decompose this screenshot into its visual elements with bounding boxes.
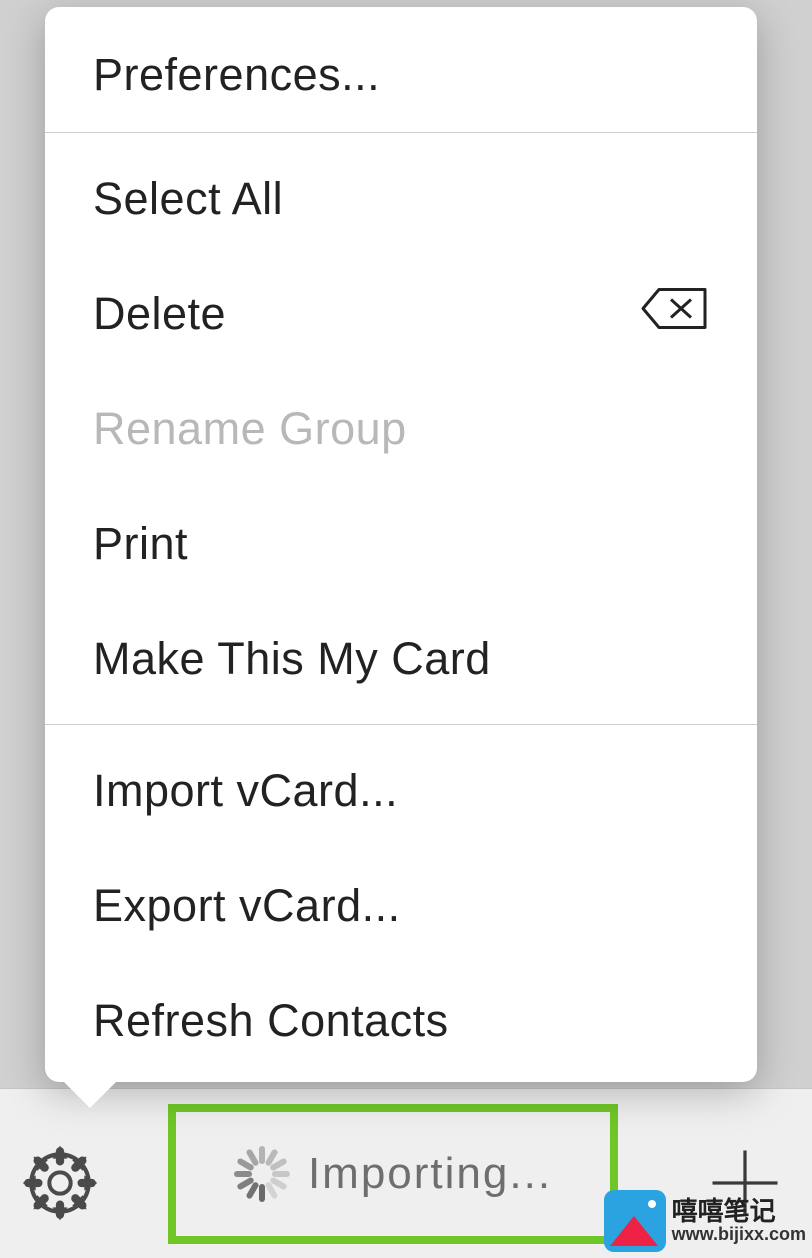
menu-import-vcard[interactable]: Import vCard... — [45, 733, 757, 848]
menu-export-vcard[interactable]: Export vCard... — [45, 848, 757, 963]
watermark-url: www.bijixx.com — [672, 1225, 806, 1245]
menu-select-all[interactable]: Select All — [45, 141, 757, 256]
menu-delete[interactable]: Delete — [45, 256, 757, 371]
popover-arrow — [60, 1078, 120, 1108]
menu-preferences[interactable]: Preferences... — [45, 7, 757, 132]
settings-popover: Preferences... Select All Delete Rename … — [45, 7, 757, 1082]
menu-item-label: Rename Group — [93, 403, 407, 455]
backspace-icon — [639, 285, 709, 342]
menu-item-label: Delete — [93, 288, 226, 340]
menu-rename-group: Rename Group — [45, 371, 757, 486]
menu-item-label: Select All — [93, 173, 283, 225]
watermark-text: 嘻嘻笔记 www.bijixx.com — [672, 1197, 806, 1245]
watermark-logo-icon — [604, 1190, 666, 1252]
menu-item-label: Refresh Contacts — [93, 995, 449, 1047]
spinner-icon — [234, 1146, 290, 1202]
menu-item-label: Preferences... — [93, 49, 380, 101]
menu-item-label: Export vCard... — [93, 880, 401, 932]
menu-item-label: Make This My Card — [93, 633, 491, 685]
menu-refresh-contacts[interactable]: Refresh Contacts — [45, 963, 757, 1078]
menu-item-label: Print — [93, 518, 188, 570]
menu-print[interactable]: Print — [45, 486, 757, 601]
settings-button[interactable] — [12, 1135, 107, 1230]
gear-icon — [20, 1143, 100, 1223]
importing-status-text: Importing... — [308, 1149, 552, 1199]
menu-make-my-card[interactable]: Make This My Card — [45, 601, 757, 716]
watermark: 嘻嘻笔记 www.bijixx.com — [604, 1190, 806, 1252]
menu-item-label: Import vCard... — [93, 765, 398, 817]
importing-status-highlight: Importing... — [168, 1104, 618, 1244]
watermark-title: 嘻嘻笔记 — [672, 1197, 806, 1226]
